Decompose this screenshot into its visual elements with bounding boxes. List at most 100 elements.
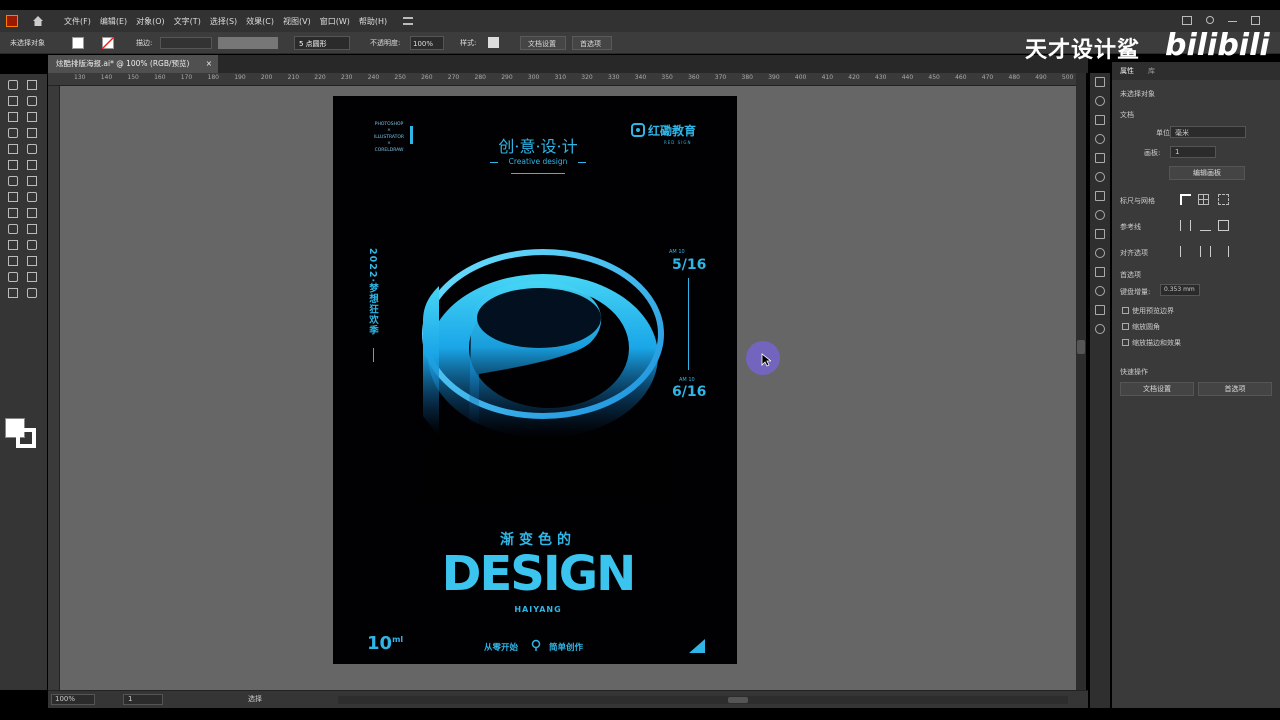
export-icon[interactable] — [1095, 305, 1105, 315]
scale-icon[interactable] — [27, 176, 37, 186]
stroke-weight-field[interactable] — [160, 37, 212, 49]
doc-settings-button[interactable]: 文档设置 — [520, 36, 566, 50]
hand-tool-icon[interactable] — [8, 288, 18, 298]
layers-panel-icon[interactable] — [1095, 286, 1105, 296]
menu-object[interactable]: 对象(O) — [136, 16, 165, 27]
vertical-scroll-thumb[interactable] — [1077, 340, 1085, 354]
checkbox-scale-strokes[interactable] — [1122, 339, 1129, 346]
selection-tool-icon[interactable] — [8, 80, 18, 90]
shape-builder-icon[interactable] — [8, 208, 18, 218]
eyedropper-icon[interactable] — [8, 240, 18, 250]
prefs-button[interactable]: 首选项 — [572, 36, 612, 50]
brushes-icon[interactable] — [1095, 153, 1105, 163]
vertical-ruler[interactable] — [48, 86, 60, 690]
pen-tool-icon[interactable] — [8, 112, 18, 122]
menu-edit[interactable]: 编辑(E) — [100, 16, 127, 27]
artboard-poster[interactable]: PHOTOSHOP × ILLUSTRATOR × CORELDRAW 创·意·… — [333, 96, 737, 664]
rotate-icon[interactable] — [8, 176, 18, 186]
horizontal-scrollbar[interactable] — [338, 696, 1068, 704]
line-tool-icon[interactable] — [27, 128, 37, 138]
document-setup-button[interactable]: 文档设置 — [1120, 382, 1194, 396]
free-transform-icon[interactable] — [27, 192, 37, 202]
layers-icon[interactable] — [1095, 96, 1105, 106]
align-center-icon[interactable] — [1200, 246, 1211, 257]
blend-icon[interactable] — [27, 240, 37, 250]
menu-effect[interactable]: 效果(C) — [246, 16, 274, 27]
curvature-icon[interactable] — [27, 112, 37, 122]
properties-icon[interactable] — [1095, 77, 1105, 87]
horizontal-scroll-thumb[interactable] — [728, 697, 748, 703]
gradient-panel-icon[interactable] — [1095, 210, 1105, 220]
vertical-scrollbar[interactable] — [1076, 73, 1086, 690]
workspace-switcher-icon[interactable] — [403, 17, 414, 25]
paintbrush-icon[interactable] — [27, 144, 37, 154]
swatches-icon[interactable] — [1095, 134, 1105, 144]
gradient-icon[interactable] — [27, 224, 37, 234]
stroke-swatch[interactable] — [102, 37, 114, 49]
symbols-icon[interactable] — [1095, 172, 1105, 182]
guides-icon[interactable] — [1180, 220, 1191, 231]
type-tool-icon[interactable] — [8, 128, 18, 138]
minimize-icon[interactable] — [1228, 21, 1237, 22]
align-left-icon[interactable] — [1180, 246, 1191, 257]
window-controls[interactable] — [1110, 16, 1260, 26]
graphic-styles-icon[interactable] — [1095, 267, 1105, 277]
menu-help[interactable]: 帮助(H) — [359, 16, 387, 27]
stroke-icon[interactable] — [1095, 191, 1105, 201]
units-dropdown[interactable]: 毫米 — [1170, 126, 1246, 138]
direct-selection-tool-icon[interactable] — [27, 80, 37, 90]
zoom-tool-icon[interactable] — [27, 288, 37, 298]
ruler-icon[interactable] — [1180, 194, 1191, 205]
document-tab[interactable]: 炫酷排版海报.ai* @ 100% (RGB/预览) × — [48, 55, 218, 73]
perspective-icon[interactable] — [27, 208, 37, 218]
width-tool-icon[interactable] — [8, 192, 18, 202]
brush-definition-dropdown[interactable]: 5 点圆形 — [294, 36, 350, 50]
artboard-nav-field[interactable]: 1 — [123, 694, 163, 705]
appearance-icon[interactable] — [1095, 248, 1105, 258]
menu-view[interactable]: 视图(V) — [283, 16, 311, 27]
menu-type[interactable]: 文字(T) — [174, 16, 201, 27]
zoom-field[interactable]: 100% — [51, 694, 95, 705]
mesh-icon[interactable] — [8, 224, 18, 234]
variable-width-field[interactable] — [218, 37, 278, 49]
menu-file[interactable]: 文件(F) — [64, 16, 91, 27]
stroke-color-box[interactable] — [16, 428, 36, 448]
graph-icon[interactable] — [27, 256, 37, 266]
align-right-icon[interactable] — [1218, 246, 1229, 257]
menu-window[interactable]: 窗口(W) — [320, 16, 350, 27]
transparency-icon[interactable] — [1095, 229, 1105, 239]
horizontal-ruler[interactable]: 130 140 150 160 170 180 190 200 210 220 230 240 250 2… — [48, 73, 1076, 86]
style-swatch[interactable] — [488, 37, 499, 48]
artboard-dropdown[interactable]: 1 — [1170, 146, 1216, 158]
search-icon[interactable] — [1206, 16, 1214, 24]
maximize-icon[interactable] — [1251, 16, 1260, 25]
opacity-field[interactable]: 100% — [410, 36, 444, 50]
lock-guides-icon[interactable] — [1218, 220, 1229, 231]
smart-guides-icon[interactable] — [1200, 220, 1211, 231]
shaper-icon[interactable] — [8, 160, 18, 170]
tab-libraries[interactable]: 库 — [1148, 66, 1155, 76]
preferences-button[interactable]: 首选项 — [1198, 382, 1272, 396]
rectangle-tool-icon[interactable] — [8, 144, 18, 154]
arrange-icon[interactable] — [1182, 16, 1192, 25]
grid-icon[interactable] — [1198, 194, 1209, 205]
eraser-icon[interactable] — [27, 160, 37, 170]
magic-wand-icon[interactable] — [8, 96, 18, 106]
libraries-icon[interactable] — [1095, 115, 1105, 125]
keyboard-increment-field[interactable]: 0.353 mm — [1160, 284, 1200, 296]
checkbox-scale-corners[interactable] — [1122, 323, 1129, 330]
edit-artboard-button[interactable]: 编辑画板 — [1169, 166, 1245, 180]
checkbox-preview-bounds[interactable] — [1122, 307, 1129, 314]
symbol-sprayer-icon[interactable] — [8, 256, 18, 266]
lasso-icon[interactable] — [27, 96, 37, 106]
artboards-icon[interactable] — [1095, 324, 1105, 334]
close-tab-icon[interactable]: × — [206, 55, 212, 73]
pixel-grid-icon[interactable] — [1218, 194, 1229, 205]
home-icon[interactable] — [32, 15, 44, 27]
fill-swatch[interactable] — [72, 37, 84, 49]
artboard-tool-icon[interactable] — [8, 272, 18, 282]
slice-icon[interactable] — [27, 272, 37, 282]
menu-select[interactable]: 选择(S) — [210, 16, 237, 27]
tab-properties[interactable]: 属性 — [1120, 66, 1134, 76]
opacity-value: 100% — [413, 40, 434, 48]
